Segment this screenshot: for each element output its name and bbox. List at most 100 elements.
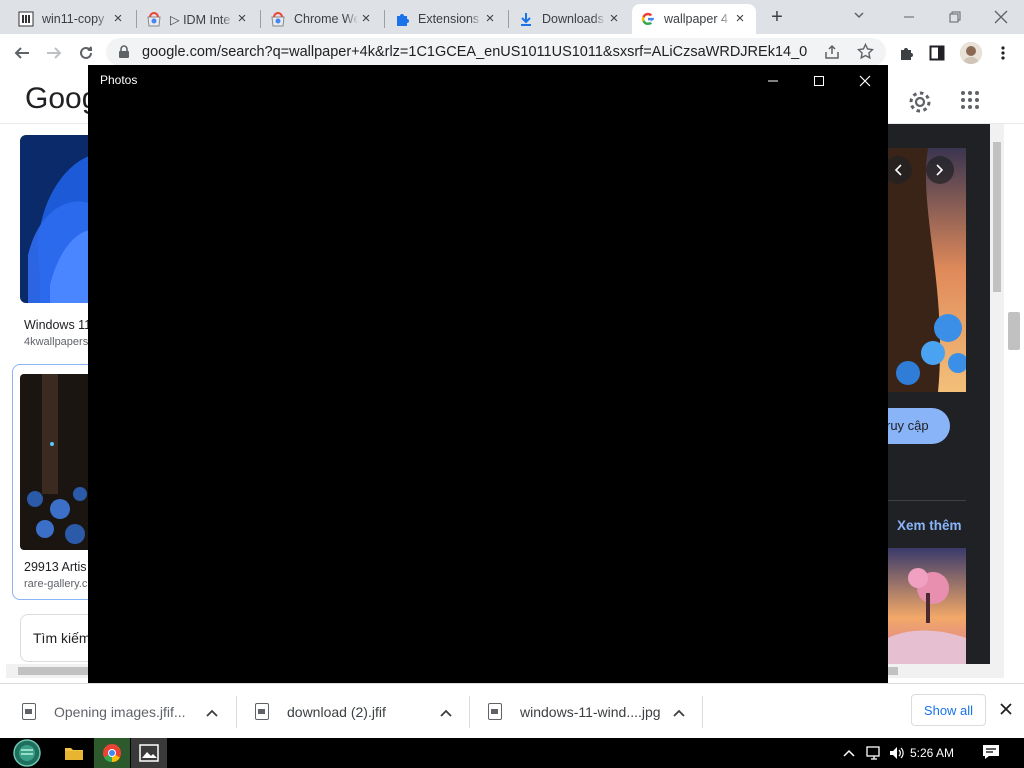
download-divider xyxy=(469,696,470,728)
visit-button-label: ruy cập xyxy=(886,418,929,433)
results-scrollbar[interactable] xyxy=(990,124,1004,664)
photo-viewer-canvas[interactable] xyxy=(88,97,888,697)
close-icon[interactable]: × xyxy=(482,11,498,27)
settings-gear-icon[interactable] xyxy=(908,90,932,117)
photos-window[interactable]: Photos xyxy=(88,65,888,697)
forward-button[interactable] xyxy=(39,38,69,68)
download-filename: download (2).jfif xyxy=(287,703,386,720)
menu-icon[interactable] xyxy=(988,38,1018,68)
extensions-icon[interactable] xyxy=(892,38,922,68)
download-filename: Opening images.jfif... xyxy=(54,703,186,720)
restore-button[interactable] xyxy=(932,0,978,34)
preview-image[interactable] xyxy=(888,148,966,392)
related-image[interactable] xyxy=(888,548,966,664)
close-icon[interactable]: × xyxy=(110,11,126,27)
tab-label: win11-copy xyxy=(42,12,105,26)
tab-chrome-web-store[interactable]: Chrome Web × xyxy=(262,4,382,34)
show-hidden-icons-icon[interactable] xyxy=(843,746,855,761)
chrome-icon[interactable] xyxy=(94,738,130,768)
close-window-button[interactable] xyxy=(978,0,1024,34)
scrollbar-thumb[interactable] xyxy=(993,142,1001,292)
page-scrollbar-thumb[interactable] xyxy=(1008,312,1020,350)
file-icon xyxy=(22,703,36,720)
next-image-button[interactable] xyxy=(926,156,954,184)
file-explorer-icon[interactable] xyxy=(56,738,92,768)
chrome-store-icon xyxy=(146,11,162,27)
tab-label: ▷ IDM Inte xyxy=(170,12,231,27)
tab-strip: win11-copy × ▷ IDM Inte × Chrome Web × E… xyxy=(0,0,1024,34)
result-thumbnail xyxy=(20,374,92,550)
share-icon[interactable] xyxy=(824,44,840,63)
url-text: google.com/search?q=wallpaper+4k&rlz=1C1… xyxy=(142,44,807,60)
result-source: 4kwallpapers xyxy=(24,336,89,348)
lock-icon[interactable] xyxy=(118,45,130,62)
photos-close-button[interactable] xyxy=(842,65,888,97)
chip-label: Tìm kiếm xyxy=(33,630,91,646)
tab-win11-copy[interactable]: win11-copy × xyxy=(10,4,134,34)
minimize-button[interactable] xyxy=(886,0,932,34)
show-all-button[interactable]: Show all xyxy=(911,694,986,726)
tab-wallpaper[interactable]: wallpaper 4 × xyxy=(632,4,756,34)
photos-maximize-button[interactable] xyxy=(796,65,842,97)
photos-title: Photos xyxy=(100,73,138,87)
download-item[interactable]: download (2).jfif xyxy=(255,684,467,739)
download-item[interactable]: windows-11-wind....jpg xyxy=(488,684,700,739)
photos-icon[interactable] xyxy=(131,738,167,768)
result-title[interactable]: Windows 11 xyxy=(24,318,91,332)
windows-taskbar: 5:26 AM xyxy=(0,738,1024,768)
panel-divider xyxy=(888,500,966,501)
volume-icon[interactable] xyxy=(888,745,906,764)
photos-minimize-button[interactable] xyxy=(750,65,796,97)
chevron-up-icon[interactable] xyxy=(673,704,685,720)
image-result-windows11[interactable] xyxy=(20,135,92,303)
chrome-store-icon xyxy=(270,11,286,27)
start-orb-icon xyxy=(13,739,41,767)
reload-button[interactable] xyxy=(71,38,101,68)
close-icon[interactable]: × xyxy=(606,11,622,27)
address-bar[interactable]: google.com/search?q=wallpaper+4k&rlz=1C1… xyxy=(106,38,886,66)
result-thumbnail xyxy=(20,135,92,303)
notifications-icon[interactable] xyxy=(982,744,1000,763)
document-icon xyxy=(18,11,34,27)
image-file-icon xyxy=(255,703,269,720)
puzzle-icon xyxy=(394,11,410,27)
avatar[interactable] xyxy=(960,42,982,64)
result-title[interactable]: 29913 Artis xyxy=(24,560,87,574)
tab-divider xyxy=(508,10,509,28)
tab-label: wallpaper 4 xyxy=(664,12,728,26)
apps-grid-icon[interactable] xyxy=(960,90,980,113)
preview-thumbnail xyxy=(888,148,966,392)
side-panel-icon[interactable] xyxy=(922,38,952,68)
previous-image-button[interactable] xyxy=(884,156,912,184)
download-icon xyxy=(518,11,534,27)
tab-idm[interactable]: ▷ IDM Inte × xyxy=(138,4,258,34)
see-more-link[interactable]: Xem thêm xyxy=(897,518,962,533)
chevron-right-icon xyxy=(936,164,944,176)
tab-search-icon[interactable] xyxy=(852,8,866,25)
back-button[interactable] xyxy=(7,38,37,68)
tab-label: Downloads xyxy=(542,12,604,26)
close-icon[interactable]: × xyxy=(732,11,748,27)
close-download-bar-icon[interactable] xyxy=(999,702,1013,719)
bookmark-star-icon[interactable] xyxy=(856,42,875,63)
download-item[interactable]: Opening images.jfif... xyxy=(22,684,234,739)
download-filename: windows-11-wind....jpg xyxy=(520,703,661,720)
tab-extensions[interactable]: Extensions × xyxy=(386,4,506,34)
tab-label: Extensions xyxy=(418,12,480,26)
result-source: rare-gallery.c xyxy=(24,578,88,590)
chevron-up-icon[interactable] xyxy=(440,704,452,720)
start-button[interactable] xyxy=(6,738,48,768)
tab-label: Chrome Web xyxy=(294,12,358,26)
image-file-icon xyxy=(488,703,502,720)
related-thumbnail xyxy=(888,548,966,664)
close-icon[interactable]: × xyxy=(358,11,374,27)
new-tab-button[interactable]: + xyxy=(766,6,788,28)
close-icon[interactable]: × xyxy=(234,11,250,27)
chevron-up-icon[interactable] xyxy=(206,704,218,720)
tab-downloads[interactable]: Downloads × xyxy=(510,4,630,34)
download-divider xyxy=(702,696,703,728)
image-result-artist[interactable] xyxy=(20,374,92,550)
network-icon[interactable] xyxy=(865,745,883,764)
google-icon xyxy=(640,11,656,27)
clock[interactable]: 5:26 AM xyxy=(910,746,954,760)
